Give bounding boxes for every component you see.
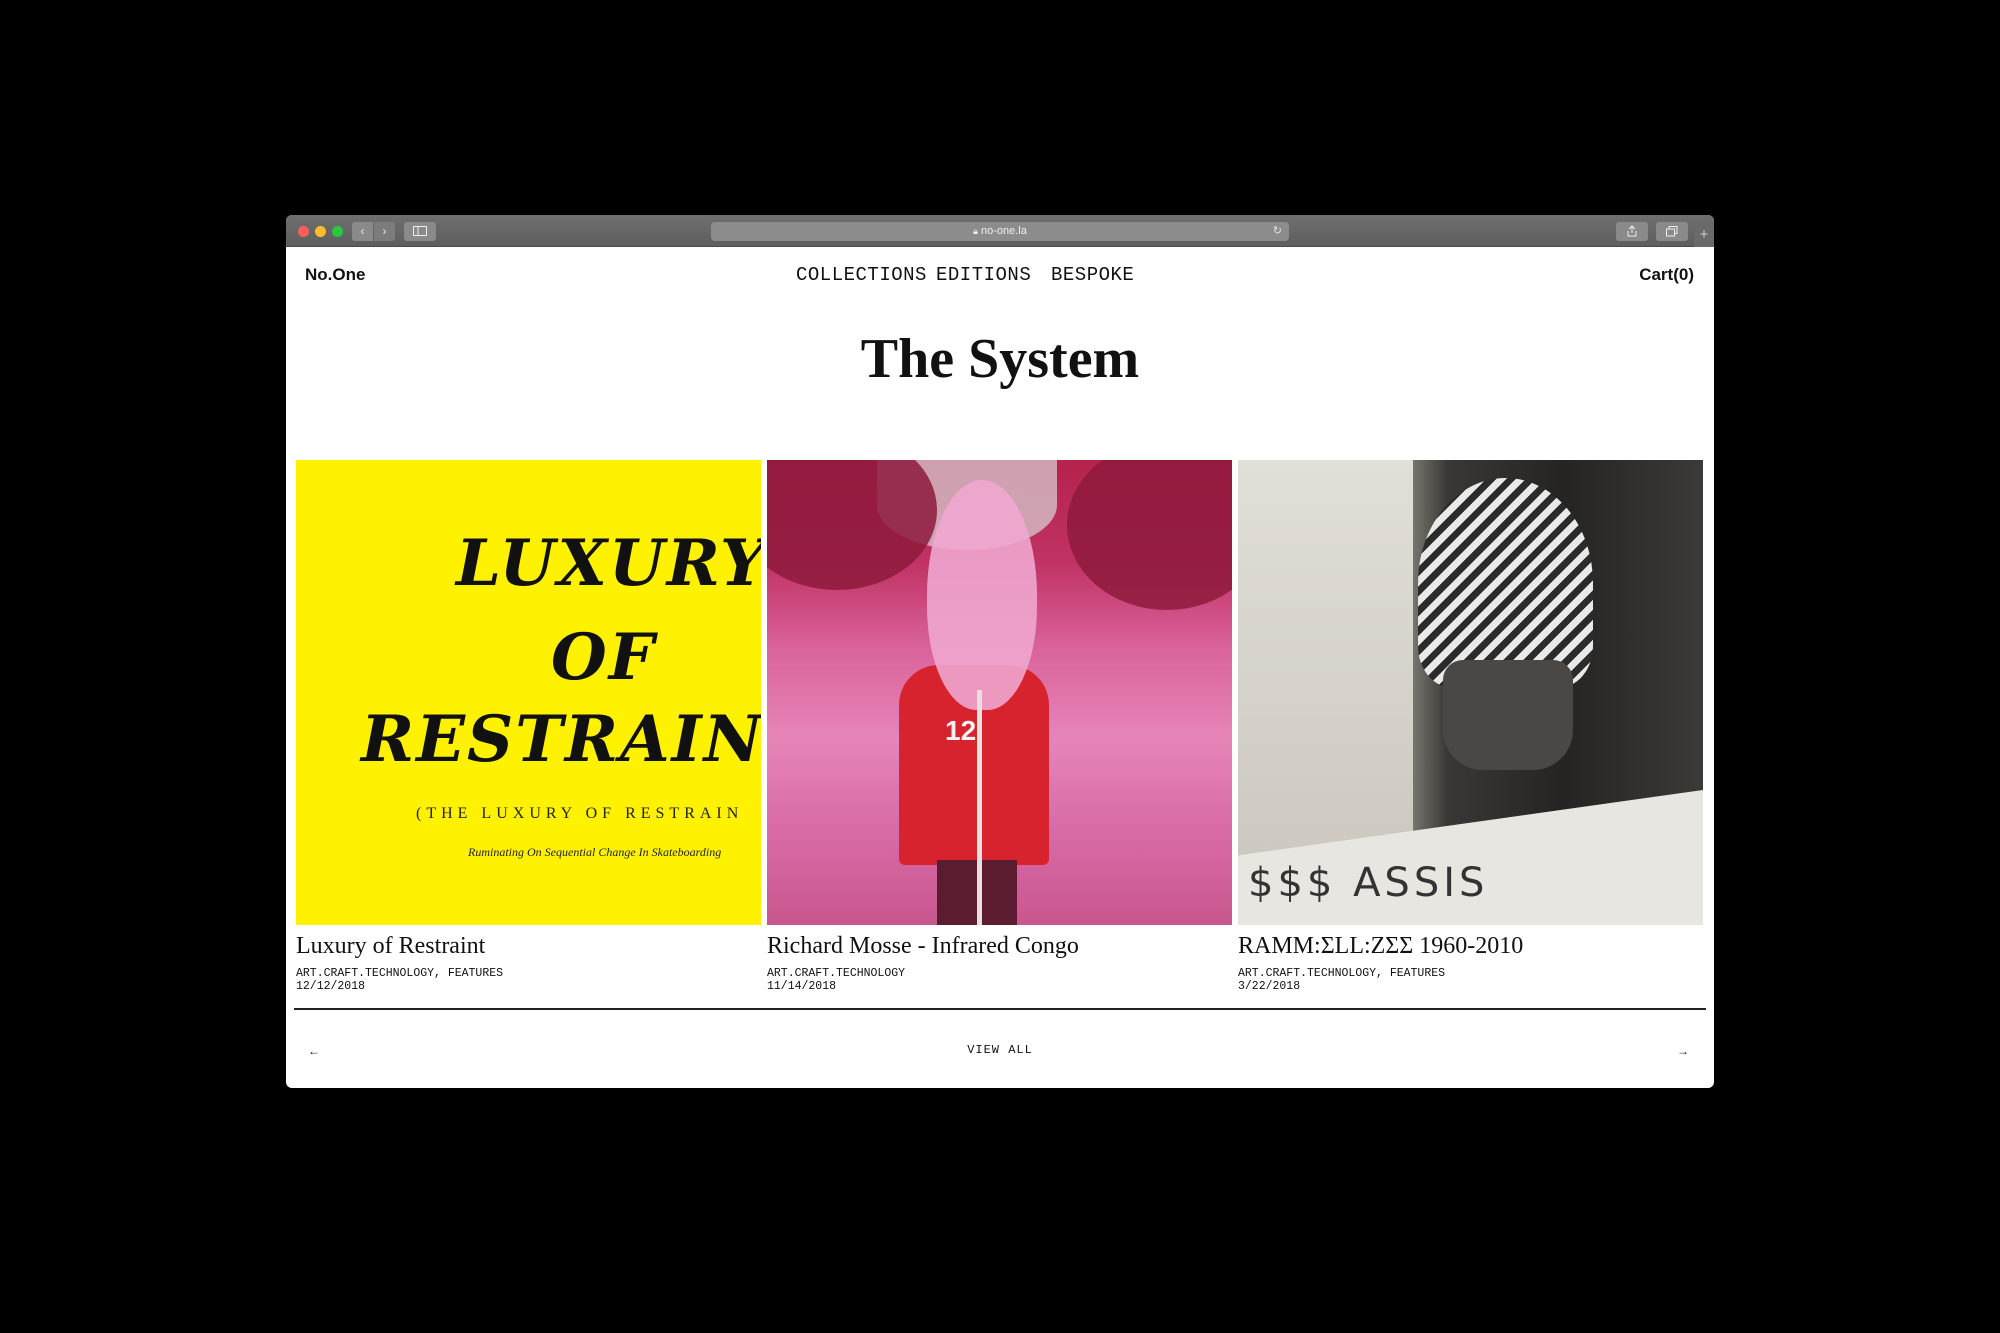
- tab-overview-button[interactable]: [1656, 222, 1688, 241]
- photo-face: [1443, 660, 1573, 770]
- thumbnail-subtitle: (THE LUXURY OF RESTRAIN: [416, 805, 744, 822]
- nav-editions[interactable]: EDITIONS: [936, 264, 1031, 286]
- article-tags: ART.CRAFT.TECHNOLOGY, FEATURES: [1238, 967, 1446, 980]
- lock-icon: 🔒︎: [973, 226, 978, 236]
- nav-bespoke[interactable]: BESPOKE: [1051, 264, 1134, 286]
- article-card[interactable]: 12 Richard Mosse - Infrared Congo ART.CR…: [767, 460, 1232, 993]
- article-card[interactable]: $$$ ASSIS RAMM:ΣLL:ΖΣΣ 1960-2010 ART.CRA…: [1238, 460, 1703, 993]
- minimize-window-button[interactable]: [315, 226, 326, 237]
- article-date: 12/12/2018: [296, 980, 366, 993]
- share-button[interactable]: [1616, 222, 1648, 241]
- new-tab-button[interactable]: +: [1694, 225, 1714, 247]
- cart-link[interactable]: Cart(0): [1639, 265, 1694, 285]
- view-all-link[interactable]: VIEW ALL: [286, 1043, 1714, 1057]
- article-date: 3/22/2018: [1238, 980, 1301, 993]
- photo-knit-hat: [1418, 478, 1593, 688]
- photo-foliage: [1067, 460, 1232, 610]
- article-title[interactable]: Richard Mosse - Infrared Congo: [767, 933, 1079, 960]
- thumbnail-lettering: OF: [551, 620, 657, 695]
- zoom-window-button[interactable]: [332, 226, 343, 237]
- article-title[interactable]: RAMM:ΣLL:ΖΣΣ 1960-2010: [1238, 933, 1523, 960]
- article-thumbnail[interactable]: $$$ ASSIS: [1238, 460, 1703, 925]
- article-thumbnail[interactable]: 12: [767, 460, 1232, 925]
- next-arrow-icon[interactable]: →: [1677, 1044, 1689, 1058]
- reload-icon[interactable]: ↻: [1273, 222, 1282, 241]
- site-logo[interactable]: No.One: [305, 265, 365, 285]
- sidebar-icon: [413, 226, 427, 236]
- article-title[interactable]: Luxury of Restraint: [296, 933, 485, 960]
- address-bar[interactable]: 🔒︎ no-one.la ↻: [711, 222, 1289, 241]
- browser-window: ‹ › 🔒︎ no-one.la ↻ + No.One COLLECTIONS E…: [286, 215, 1714, 1088]
- thumbnail-lettering: RESTRAINT: [361, 702, 761, 777]
- photo-foliage: [767, 460, 937, 590]
- article-date: 11/14/2018: [767, 980, 837, 993]
- article-thumbnail[interactable]: LUXURY OF RESTRAINT (THE LUXURY OF RESTR…: [296, 460, 761, 925]
- nav-collections[interactable]: COLLECTIONS: [796, 264, 927, 286]
- url-text: no-one.la: [980, 225, 1027, 237]
- forward-button[interactable]: ›: [374, 222, 395, 241]
- photo-stick: [977, 690, 982, 925]
- article-tags: ART.CRAFT.TECHNOLOGY, FEATURES: [296, 967, 504, 980]
- share-icon: [1627, 225, 1637, 237]
- thumbnail-tagline: Ruminating On Sequential Change In Skate…: [468, 845, 722, 859]
- photo-graffiti: $$$ ASSIS: [1248, 860, 1489, 906]
- sidebar-toggle-button[interactable]: [404, 222, 436, 241]
- article-tags: ART.CRAFT.TECHNOLOGY: [767, 967, 906, 980]
- back-button[interactable]: ‹: [352, 222, 373, 241]
- page-title: The System: [860, 328, 1140, 390]
- browser-toolbar: ‹ › 🔒︎ no-one.la ↻ +: [286, 215, 1714, 247]
- photo-leaf-mask: [927, 480, 1037, 710]
- jersey-number: 12: [945, 715, 977, 746]
- section-divider: [294, 1008, 1706, 1010]
- thumbnail-lettering: LUXURY: [456, 526, 761, 601]
- article-card[interactable]: LUXURY OF RESTRAINT (THE LUXURY OF RESTR…: [296, 460, 761, 993]
- close-window-button[interactable]: [298, 226, 309, 237]
- tabs-icon: [1666, 226, 1678, 237]
